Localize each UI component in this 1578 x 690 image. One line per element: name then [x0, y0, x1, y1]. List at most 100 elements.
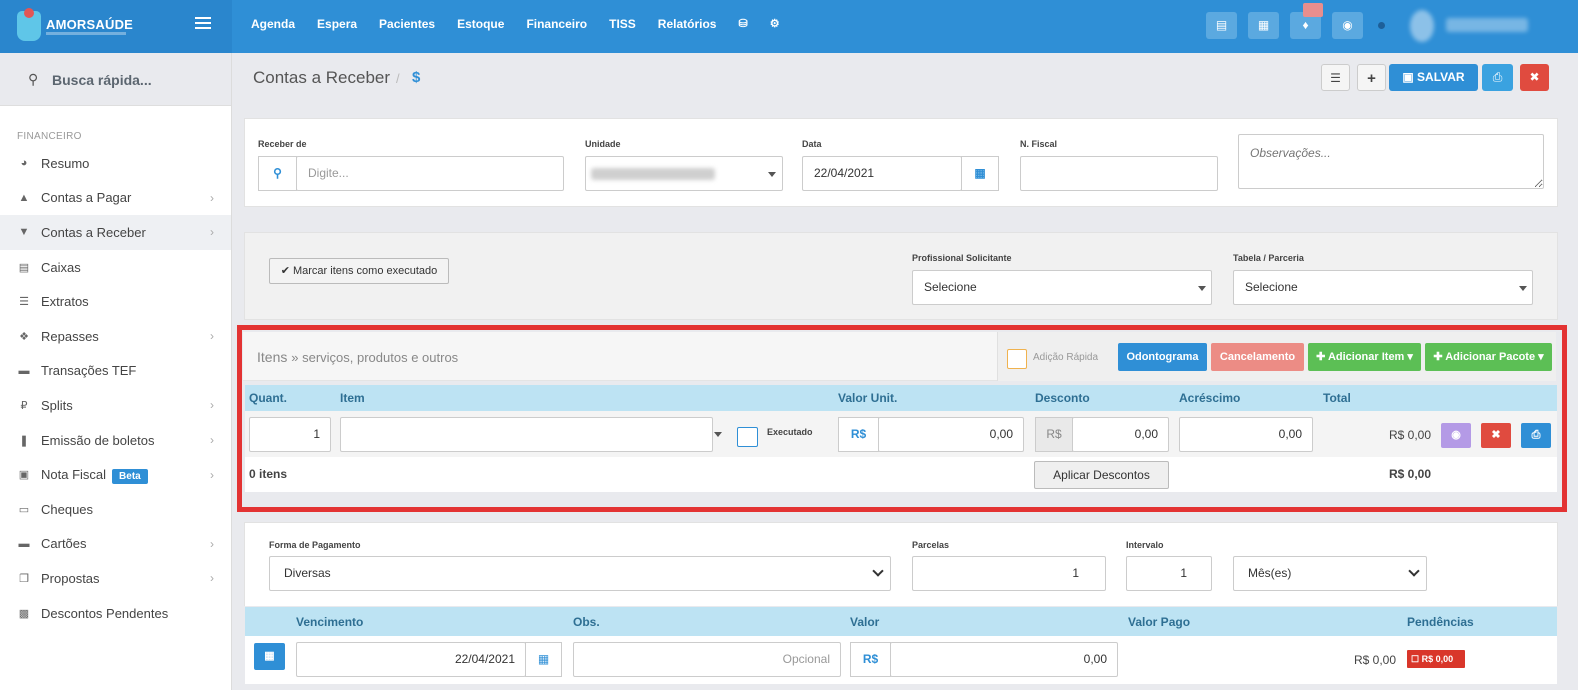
- receber-de-input[interactable]: Digite...: [296, 156, 564, 191]
- items-actions: Adição Rápida Odontograma Cancelamento ✚…: [997, 332, 1556, 381]
- list-button[interactable]: ☰: [1321, 64, 1350, 91]
- data-input[interactable]: 22/04/2021: [802, 156, 962, 191]
- nav-relatorios[interactable]: Relatórios: [658, 17, 717, 31]
- sidebar-item-caixas[interactable]: ▤ Caixas: [0, 250, 231, 285]
- brand-tagline: [46, 32, 126, 35]
- brand-area: AMORSAÚDE: [0, 0, 232, 53]
- sidebar-item-propostas[interactable]: ❐ Propostas ›: [0, 561, 231, 596]
- valor-input[interactable]: 0,00: [890, 642, 1118, 677]
- nav-estoque[interactable]: Estoque: [457, 17, 504, 31]
- periodo-select[interactable]: Mês(es): [1233, 556, 1427, 591]
- forma-pagamento-select[interactable]: Diversas: [269, 556, 891, 591]
- col-item: Item: [340, 391, 365, 405]
- parcelas-label: Parcelas: [912, 540, 950, 550]
- delete-button[interactable]: ✖: [1520, 64, 1549, 91]
- bell-icon[interactable]: ♦: [1290, 3, 1323, 39]
- trash-icon: ✖: [1529, 70, 1540, 84]
- profissional-select[interactable]: Selecione: [912, 270, 1212, 305]
- vencimento-input[interactable]: 22/04/2021: [296, 642, 526, 677]
- sidebar-item-nota-fiscal[interactable]: ▣ Nota Fiscal Beta ›: [0, 457, 231, 492]
- obs-input[interactable]: Opcional: [573, 642, 841, 677]
- online-status-icon: [1378, 22, 1385, 29]
- item-select[interactable]: [340, 417, 713, 452]
- sidebar-item-descontos-pendentes[interactable]: ▩ Descontos Pendentes: [0, 596, 231, 631]
- odontograma-button[interactable]: Odontograma: [1118, 343, 1207, 371]
- inbox-icon[interactable]: ▤: [1206, 12, 1237, 39]
- nfiscal-input[interactable]: [1020, 156, 1218, 191]
- cancelamento-button[interactable]: Cancelamento: [1211, 343, 1304, 371]
- pendencia-badge[interactable]: ☐ R$ 0,00: [1407, 650, 1465, 668]
- gear-icon[interactable]: ⚙: [770, 17, 780, 31]
- sidebar-item-splits[interactable]: ₽ Splits ›: [0, 388, 231, 423]
- nav-financeiro[interactable]: Financeiro: [526, 17, 587, 31]
- sidebar-item-contas-a-pagar[interactable]: ▲ Contas a Pagar ›: [0, 181, 231, 216]
- sidebar-item-transacoes-tef[interactable]: ▬ Transações TEF: [0, 354, 231, 389]
- parcelas-input[interactable]: 1: [912, 556, 1106, 591]
- nav-pacientes[interactable]: Pacientes: [379, 17, 435, 31]
- payment-panel: Forma de Pagamento Diversas Parcelas 1 I…: [244, 522, 1558, 606]
- sidebar-item-label: Propostas: [41, 570, 100, 586]
- quick-search[interactable]: ⚲ Busca rápida...: [0, 53, 231, 106]
- chat-icon[interactable]: ◉: [1332, 12, 1363, 39]
- items-count: 0 itens: [249, 467, 288, 481]
- search-addon[interactable]: ⚲: [258, 156, 297, 191]
- col-acrescimo: Acréscimo: [1179, 391, 1241, 405]
- unidade-select[interactable]: [585, 156, 783, 191]
- observacoes-textarea[interactable]: [1238, 134, 1544, 189]
- col-vencimento: Vencimento: [296, 615, 364, 629]
- nav-espera[interactable]: Espera: [317, 17, 357, 31]
- valor-unit-input[interactable]: 0,00: [878, 417, 1024, 452]
- sidebar-item-repasses[interactable]: ❖ Repasses ›: [0, 319, 231, 354]
- quick-add-checkbox[interactable]: [1007, 349, 1027, 369]
- chevron-down-icon: [872, 565, 884, 577]
- desconto-input[interactable]: 0,00: [1072, 417, 1169, 452]
- add-pacote-button[interactable]: ✚ Adicionar Pacote ▾: [1425, 343, 1552, 371]
- acrescimo-input[interactable]: 0,00: [1179, 417, 1313, 452]
- sidebar: ⚲ Busca rápida... FINANCEIRO ◕ Resumo ▲ Co…: [0, 53, 232, 690]
- currency-addon: R$: [850, 642, 891, 677]
- brand-name: AMORSAÚDE: [46, 17, 134, 32]
- col-quant: Quant.: [249, 391, 287, 405]
- menu-toggle-icon[interactable]: [195, 17, 211, 29]
- executado-checkbox[interactable]: [737, 427, 758, 447]
- caret-down-icon: [1519, 286, 1527, 291]
- plus-icon: +: [1367, 70, 1376, 87]
- calendar-button[interactable]: ▦: [525, 642, 562, 677]
- print-icon: ⎙: [1531, 429, 1541, 441]
- sidebar-item-cartoes[interactable]: ▬ Cartões ›: [0, 527, 231, 562]
- print-row-button[interactable]: ⎙: [1521, 423, 1551, 448]
- save-button[interactable]: ▣ SALVAR: [1389, 64, 1478, 91]
- save-label: SALVAR: [1417, 70, 1465, 84]
- add-item-button[interactable]: ✚ Adicionar Item ▾: [1308, 343, 1421, 371]
- nav-agenda[interactable]: Agenda: [251, 17, 295, 31]
- database-icon[interactable]: ⛁: [738, 17, 747, 31]
- sidebar-item-label: Transações TEF: [41, 363, 137, 379]
- user-name-blurred[interactable]: [1446, 18, 1528, 32]
- sidebar-item-contas-a-receber[interactable]: ▼ Contas a Receber ›: [0, 215, 231, 250]
- calendar-button[interactable]: ▦: [961, 156, 999, 191]
- remove-row-button[interactable]: ✖: [1481, 423, 1511, 448]
- quantity-input[interactable]: 1: [249, 417, 331, 452]
- avatar[interactable]: [1410, 10, 1434, 42]
- sidebar-item-emissao-de-boletos[interactable]: ❚ Emissão de boletos ›: [0, 423, 231, 458]
- sidebar-section-heading: FINANCEIRO: [17, 131, 82, 142]
- sidebar-item-cheques[interactable]: ▭ Cheques: [0, 492, 231, 527]
- intervalo-input[interactable]: 1: [1126, 556, 1212, 591]
- nav-tiss[interactable]: TISS: [609, 17, 636, 31]
- mark-executed-button[interactable]: ✔ Marcar itens como executado: [269, 258, 449, 284]
- camera-button[interactable]: ◉: [1441, 423, 1471, 448]
- desconto-currency-toggle[interactable]: R$: [1035, 417, 1073, 452]
- card-icon[interactable]: ▦: [1248, 12, 1279, 39]
- sidebar-item-extratos[interactable]: ☰ Extratos: [0, 284, 231, 319]
- tabela-select[interactable]: Selecione: [1233, 270, 1533, 305]
- unidade-label: Unidade: [585, 139, 621, 149]
- barcode-icon: ❚: [19, 434, 29, 447]
- apply-discounts-button[interactable]: Aplicar Descontos: [1034, 461, 1169, 489]
- quick-search-placeholder[interactable]: Busca rápida...: [52, 72, 152, 88]
- sidebar-item-resumo[interactable]: ◕ Resumo: [0, 146, 231, 181]
- boleto-button[interactable]: ▦: [254, 643, 285, 670]
- add-button[interactable]: +: [1357, 64, 1386, 91]
- caret-down-icon[interactable]: [714, 432, 722, 437]
- print-button[interactable]: ⎙: [1482, 64, 1513, 91]
- tabela-value: Selecione: [1245, 280, 1298, 294]
